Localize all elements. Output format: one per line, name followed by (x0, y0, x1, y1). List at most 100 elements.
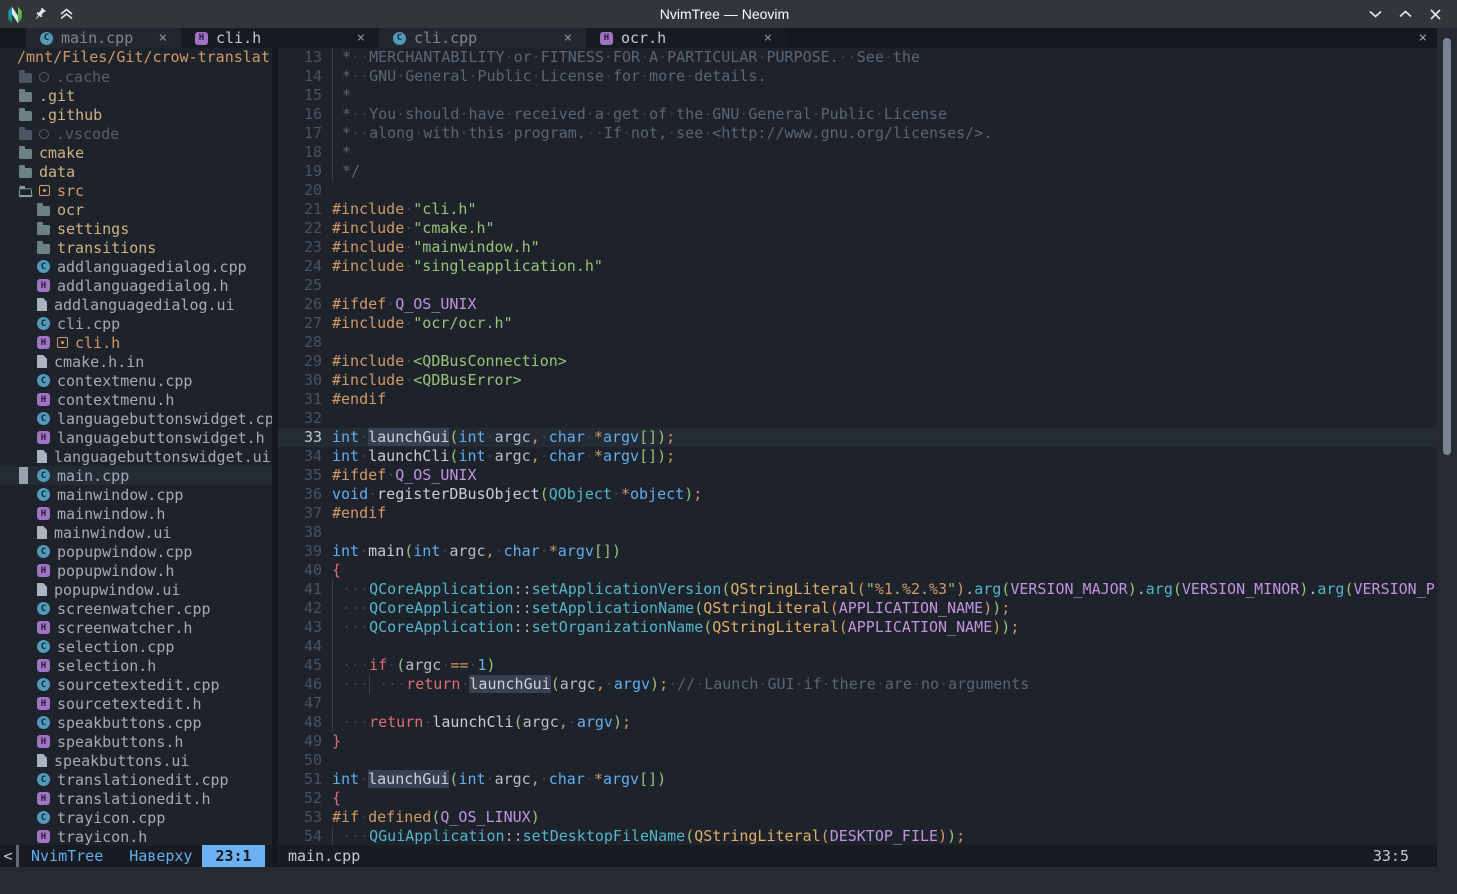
code-line-48[interactable]: 48 ···return·launchCli(argc,·argv); (278, 713, 1437, 732)
code-line-50[interactable]: 50 (278, 751, 1437, 770)
code-line-20[interactable]: 20 (278, 181, 1437, 200)
code-line-24[interactable]: 24 #include·"singleapplication.h" (278, 257, 1437, 276)
code-line-35[interactable]: 35 #ifdef·Q_OS_UNIX (278, 466, 1437, 485)
code-line-23[interactable]: 23 #include·"mainwindow.h" (278, 238, 1437, 257)
code-line-54[interactable]: 54 ···QGuiApplication::setDesktopFileName… (278, 827, 1437, 845)
tree-item-contextmenu.cpp[interactable]: Ccontextmenu.cpp (0, 371, 272, 390)
maximize-button[interactable] (1397, 6, 1413, 22)
code-line-28[interactable]: 28 (278, 333, 1437, 352)
tree-item-selection.h[interactable]: Hselection.h (0, 656, 272, 675)
tree-item-screenwatcher.cpp[interactable]: Cscreenwatcher.cpp (0, 599, 272, 618)
code-line-40[interactable]: 40 { (278, 561, 1437, 580)
pin-icon[interactable] (32, 6, 48, 22)
buffer-tab-cli.h[interactable]: Hcli.h × (181, 28, 379, 48)
code-line-43[interactable]: 43 ···QCoreApplication::setOrganizationNa… (278, 618, 1437, 637)
tree-item-cli.cpp[interactable]: Ccli.cpp (0, 314, 272, 333)
tree-item-translationedit.h[interactable]: Htranslationedit.h (0, 789, 272, 808)
tree-item-transitions[interactable]: transitions (0, 238, 272, 257)
code-line-47[interactable]: 47 (278, 694, 1437, 713)
tree-item-settings[interactable]: settings (0, 219, 272, 238)
tree-item-.vscode[interactable]: .vscode (0, 124, 272, 143)
tree-item-.cache[interactable]: .cache (0, 67, 272, 86)
keep-above-icon[interactable] (58, 6, 74, 22)
tree-item-cmake.h.in[interactable]: cmake.h.in (0, 352, 272, 371)
code-line-53[interactable]: 53 #if·defined(Q_OS_LINUX) (278, 808, 1437, 827)
tree-item-popupwindow.ui[interactable]: popupwindow.ui (0, 580, 272, 599)
code-line-27[interactable]: 27 #include·"ocr/ocr.h" (278, 314, 1437, 333)
code-line-26[interactable]: 26 #ifdef·Q_OS_UNIX (278, 295, 1437, 314)
tree-item-trayicon.h[interactable]: Htrayicon.h (0, 827, 272, 845)
tree-item-mainwindow.cpp[interactable]: Cmainwindow.cpp (0, 485, 272, 504)
tree-item-ocr[interactable]: ocr (0, 200, 272, 219)
tree-item-selection.cpp[interactable]: Cselection.cpp (0, 637, 272, 656)
command-line-area[interactable] (0, 867, 1437, 894)
code-line-51[interactable]: 51 int·launchGui(int·argc,·char·*argv[]) (278, 770, 1437, 789)
tree-item-addlanguagedialog.ui[interactable]: addlanguagedialog.ui (0, 295, 272, 314)
code-line-31[interactable]: 31 #endif (278, 390, 1437, 409)
tree-item-languagebuttonswidget.ui[interactable]: languagebuttonswidget.ui (0, 447, 272, 466)
code-line-15[interactable]: 15 * (278, 86, 1437, 105)
tree-item-screenwatcher.h[interactable]: Hscreenwatcher.h (0, 618, 272, 637)
tree-item-data[interactable]: data (0, 162, 272, 181)
tree-item-.git[interactable]: .git (0, 86, 272, 105)
code-editor[interactable]: 13 *··MERCHANTABILITY·or·FITNESS·FOR·A·PA… (278, 48, 1437, 845)
tree-item-languagebuttonswidget.h[interactable]: Hlanguagebuttonswidget.h (0, 428, 272, 447)
scrollbar-thumb[interactable] (1443, 38, 1451, 455)
code-line-52[interactable]: 52 { (278, 789, 1437, 808)
tree-item-addlanguagedialog.cpp[interactable]: Caddlanguagedialog.cpp (0, 257, 272, 276)
code-line-16[interactable]: 16 *··You·should·have·received·a·get·of·t… (278, 105, 1437, 124)
buffer-tab-cli.cpp[interactable]: Ccli.cpp × (379, 28, 586, 48)
tree-item-mainwindow.h[interactable]: Hmainwindow.h (0, 504, 272, 523)
code-line-29[interactable]: 29 #include·<QDBusConnection> (278, 352, 1437, 371)
tree-item-src[interactable]: src (0, 181, 272, 200)
code-line-21[interactable]: 21 #include·"cli.h" (278, 200, 1437, 219)
buffer-tab-close-icon[interactable]: × (744, 30, 772, 46)
code-line-39[interactable]: 39 int·main(int·argc,·char·*argv[]) (278, 542, 1437, 561)
tree-item-contextmenu.h[interactable]: Hcontextmenu.h (0, 390, 272, 409)
buffer-tab-ocr.h[interactable]: Hocr.h × (586, 28, 786, 48)
close-button[interactable] (1427, 6, 1443, 22)
code-line-41[interactable]: 41 ···QCoreApplication::setApplicationVer… (278, 580, 1437, 599)
code-line-33[interactable]: 33 int·launchGui(int·argc,·char·*argv[]); (278, 428, 1437, 447)
code-line-30[interactable]: 30 #include·<QDBusError> (278, 371, 1437, 390)
tree-item-sourcetextedit.h[interactable]: Hsourcetextedit.h (0, 694, 272, 713)
tree-item-translationedit.cpp[interactable]: Ctranslationedit.cpp (0, 770, 272, 789)
code-line-46[interactable]: 46 ··· ···return·launchGui(argc,·argv);·//… (278, 675, 1437, 694)
tree-item-popupwindow.cpp[interactable]: Cpopupwindow.cpp (0, 542, 272, 561)
tree-item-cmake[interactable]: cmake (0, 143, 272, 162)
tree-item-addlanguagedialog.h[interactable]: Haddlanguagedialog.h (0, 276, 272, 295)
code-line-42[interactable]: 42 ···QCoreApplication::setApplicationNam… (278, 599, 1437, 618)
tree-item-trayicon.cpp[interactable]: Ctrayicon.cpp (0, 808, 272, 827)
code-line-18[interactable]: 18 * (278, 143, 1437, 162)
code-line-38[interactable]: 38 (278, 523, 1437, 542)
code-line-45[interactable]: 45 ···if·(argc·==·1) (278, 656, 1437, 675)
buffer-tab-close-icon[interactable]: × (337, 30, 365, 46)
code-line-22[interactable]: 22 #include·"cmake.h" (278, 219, 1437, 238)
tree-item-cli.h[interactable]: Hcli.h (0, 333, 272, 352)
tree-item-mainwindow.ui[interactable]: mainwindow.ui (0, 523, 272, 542)
tree-item-languagebuttonswidget.cp[interactable]: Clanguagebuttonswidget.cp (0, 409, 272, 428)
code-line-25[interactable]: 25 (278, 276, 1437, 295)
code-line-32[interactable]: 32 (278, 409, 1437, 428)
tree-item-main.cpp[interactable]: Cmain.cpp (0, 466, 272, 485)
tree-item-popupwindow.h[interactable]: Hpopupwindow.h (0, 561, 272, 580)
buffer-tab-close-icon[interactable]: × (544, 30, 572, 46)
code-line-36[interactable]: 36 void·registerDBusObject(QObject·*objec… (278, 485, 1437, 504)
code-line-17[interactable]: 17 *··along·with·this·program.··If·not,·s… (278, 124, 1437, 143)
code-line-14[interactable]: 14 *··GNU·General·Public·License·for·more… (278, 67, 1437, 86)
code-line-19[interactable]: 19 */ (278, 162, 1437, 181)
buffer-tab-main.cpp[interactable]: Cmain.cpp × (26, 28, 181, 48)
tree-item-speakbuttons.ui[interactable]: speakbuttons.ui (0, 751, 272, 770)
code-line-13[interactable]: 13 *··MERCHANTABILITY·or·FITNESS·FOR·A·PA… (278, 48, 1437, 67)
minimize-button[interactable] (1367, 6, 1383, 22)
code-line-49[interactable]: 49} (278, 732, 1437, 751)
code-line-37[interactable]: 37 #endif (278, 504, 1437, 523)
buffer-tab-close-icon[interactable]: × (139, 30, 167, 46)
tree-item-sourcetextedit.cpp[interactable]: Csourcetextedit.cpp (0, 675, 272, 694)
nvimtree-panel[interactable]: /mnt/Files/Git/crow-translat .cache .git.… (0, 48, 272, 845)
code-line-34[interactable]: 34 int·launchCli(int·argc,·char·*argv[]); (278, 447, 1437, 466)
scrollbar-track[interactable] (1437, 28, 1457, 894)
close-all-buffers-button[interactable]: × (1419, 30, 1437, 46)
code-line-44[interactable]: 44 (278, 637, 1437, 656)
tree-item-speakbuttons.h[interactable]: Hspeakbuttons.h (0, 732, 272, 751)
